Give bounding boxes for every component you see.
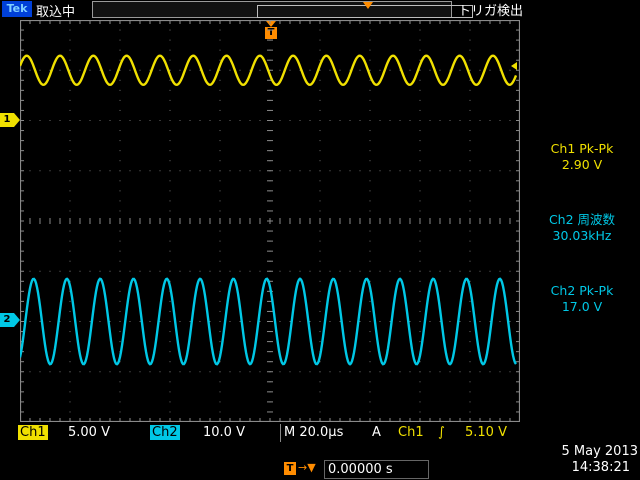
measurement-ch2-pkpk: Ch2 Pk-Pk 17.0 V bbox=[524, 283, 640, 315]
horizontal-position-value[interactable]: 0.00000 s bbox=[324, 460, 429, 479]
measurement-value: 30.03kHz bbox=[552, 228, 612, 243]
record-trigger-position-icon bbox=[363, 2, 373, 9]
measurement-value: 17.0 V bbox=[561, 299, 603, 314]
ch1-trigger-level-icon bbox=[511, 62, 517, 70]
brand-logo: Tek bbox=[2, 1, 32, 17]
bottom-readout-bar: Ch1 5.00 V Ch2 10.0 V M 20.0µs A Ch1 ∫ 5… bbox=[18, 424, 526, 442]
measurement-ch2-frequency: Ch2 周波数 30.03kHz bbox=[524, 212, 640, 244]
acquisition-status: 取込中 bbox=[36, 5, 76, 20]
ch1-scale[interactable]: 5.00 V bbox=[68, 424, 110, 442]
timebase-readout[interactable]: M 20.0µs bbox=[284, 424, 343, 442]
measurement-value: 2.90 V bbox=[561, 157, 603, 172]
rising-edge-icon: ∫ bbox=[438, 425, 445, 440]
divider bbox=[280, 424, 281, 442]
date-readout: 5 May 2013 bbox=[561, 444, 639, 459]
graticule bbox=[20, 20, 520, 422]
measurement-label: Ch1 Pk-Pk bbox=[550, 141, 614, 156]
ch1-label[interactable]: Ch1 bbox=[18, 425, 48, 440]
measurement-label: Ch2 周波数 bbox=[548, 212, 616, 227]
trigger-mode[interactable]: A bbox=[372, 424, 381, 442]
measurement-label: Ch2 Pk-Pk bbox=[550, 283, 614, 298]
top-status-bar: Tek 取込中 トリガ検出 bbox=[0, 0, 640, 20]
trigger-level[interactable]: 5.10 V bbox=[465, 424, 507, 442]
time-readout: 14:38:21 bbox=[571, 460, 630, 475]
arrow-down-icon: →▼ bbox=[298, 461, 316, 474]
ch2-label[interactable]: Ch2 bbox=[150, 425, 180, 440]
measurement-ch1-pkpk: Ch1 Pk-Pk 2.90 V bbox=[524, 141, 640, 173]
ch1-ground-marker[interactable]: 1 bbox=[0, 113, 20, 127]
record-length-bar bbox=[92, 1, 473, 18]
ch2-ground-marker[interactable]: 2 bbox=[0, 313, 20, 327]
trigger-source[interactable]: Ch1 bbox=[398, 424, 424, 442]
scope-display bbox=[20, 20, 520, 422]
trigger-status: トリガ検出 bbox=[458, 4, 524, 19]
ch2-scale[interactable]: 10.0 V bbox=[203, 424, 245, 442]
trigger-t-icon: T bbox=[284, 462, 296, 475]
